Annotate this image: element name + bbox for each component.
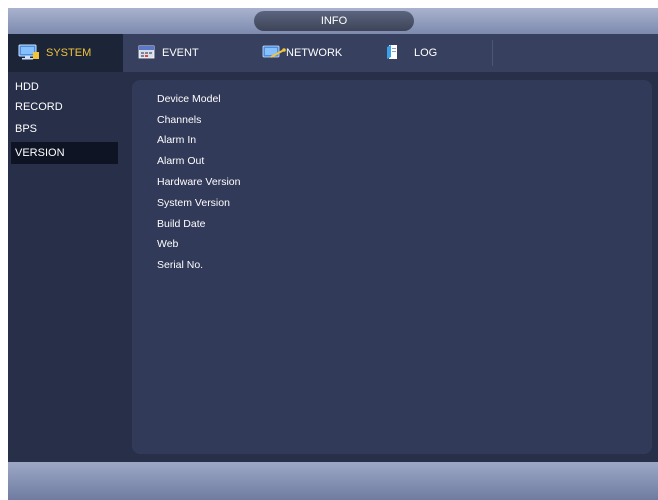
label-build-date: Build Date bbox=[157, 218, 206, 230]
footer-bar bbox=[8, 462, 658, 500]
tab-bar: SYSTEM EVENT NETWORK LOG bbox=[8, 34, 658, 72]
network-icon bbox=[262, 44, 286, 63]
title-bar: INFO bbox=[8, 8, 658, 34]
main-area: HDD RECORD BPS VERSION Device Model Chan… bbox=[8, 72, 658, 462]
tab-event-label: EVENT bbox=[162, 47, 199, 59]
label-system-version: System Version bbox=[157, 197, 230, 209]
tab-network[interactable]: NETWORK bbox=[262, 34, 382, 72]
tab-network-label: NETWORK bbox=[286, 47, 343, 59]
tab-event[interactable]: EVENT bbox=[138, 34, 253, 72]
info-window: INFO SYSTEM EVENT NETWORK LOG HDD RECORD… bbox=[0, 0, 658, 500]
label-serial-no: Serial No. bbox=[157, 259, 204, 271]
tab-log[interactable]: LOG bbox=[383, 34, 483, 72]
label-web: Web bbox=[157, 238, 179, 250]
version-info-panel: Device Model Channels Alarm In Alarm Out… bbox=[132, 80, 652, 454]
system-icon bbox=[18, 44, 40, 63]
label-device-model: Device Model bbox=[157, 93, 221, 105]
event-icon bbox=[138, 44, 156, 63]
sidebar-item-bps[interactable]: BPS bbox=[11, 118, 118, 140]
sidebar-item-version[interactable]: VERSION bbox=[11, 142, 118, 164]
sidebar-item-record[interactable]: RECORD bbox=[11, 96, 118, 118]
sidebar-item-hdd[interactable]: HDD bbox=[11, 76, 118, 98]
sidebar: HDD RECORD BPS VERSION bbox=[8, 72, 128, 462]
log-icon bbox=[386, 44, 400, 63]
label-alarm-in: Alarm In bbox=[157, 134, 197, 146]
label-hardware-version: Hardware Version bbox=[157, 176, 241, 188]
tab-system[interactable]: SYSTEM bbox=[8, 34, 123, 72]
tab-divider bbox=[492, 40, 493, 66]
label-channels: Channels bbox=[157, 114, 202, 126]
label-alarm-out: Alarm Out bbox=[157, 155, 205, 167]
tab-log-label: LOG bbox=[414, 47, 438, 59]
window-title: INFO bbox=[254, 11, 414, 31]
tab-system-label: SYSTEM bbox=[46, 47, 92, 59]
